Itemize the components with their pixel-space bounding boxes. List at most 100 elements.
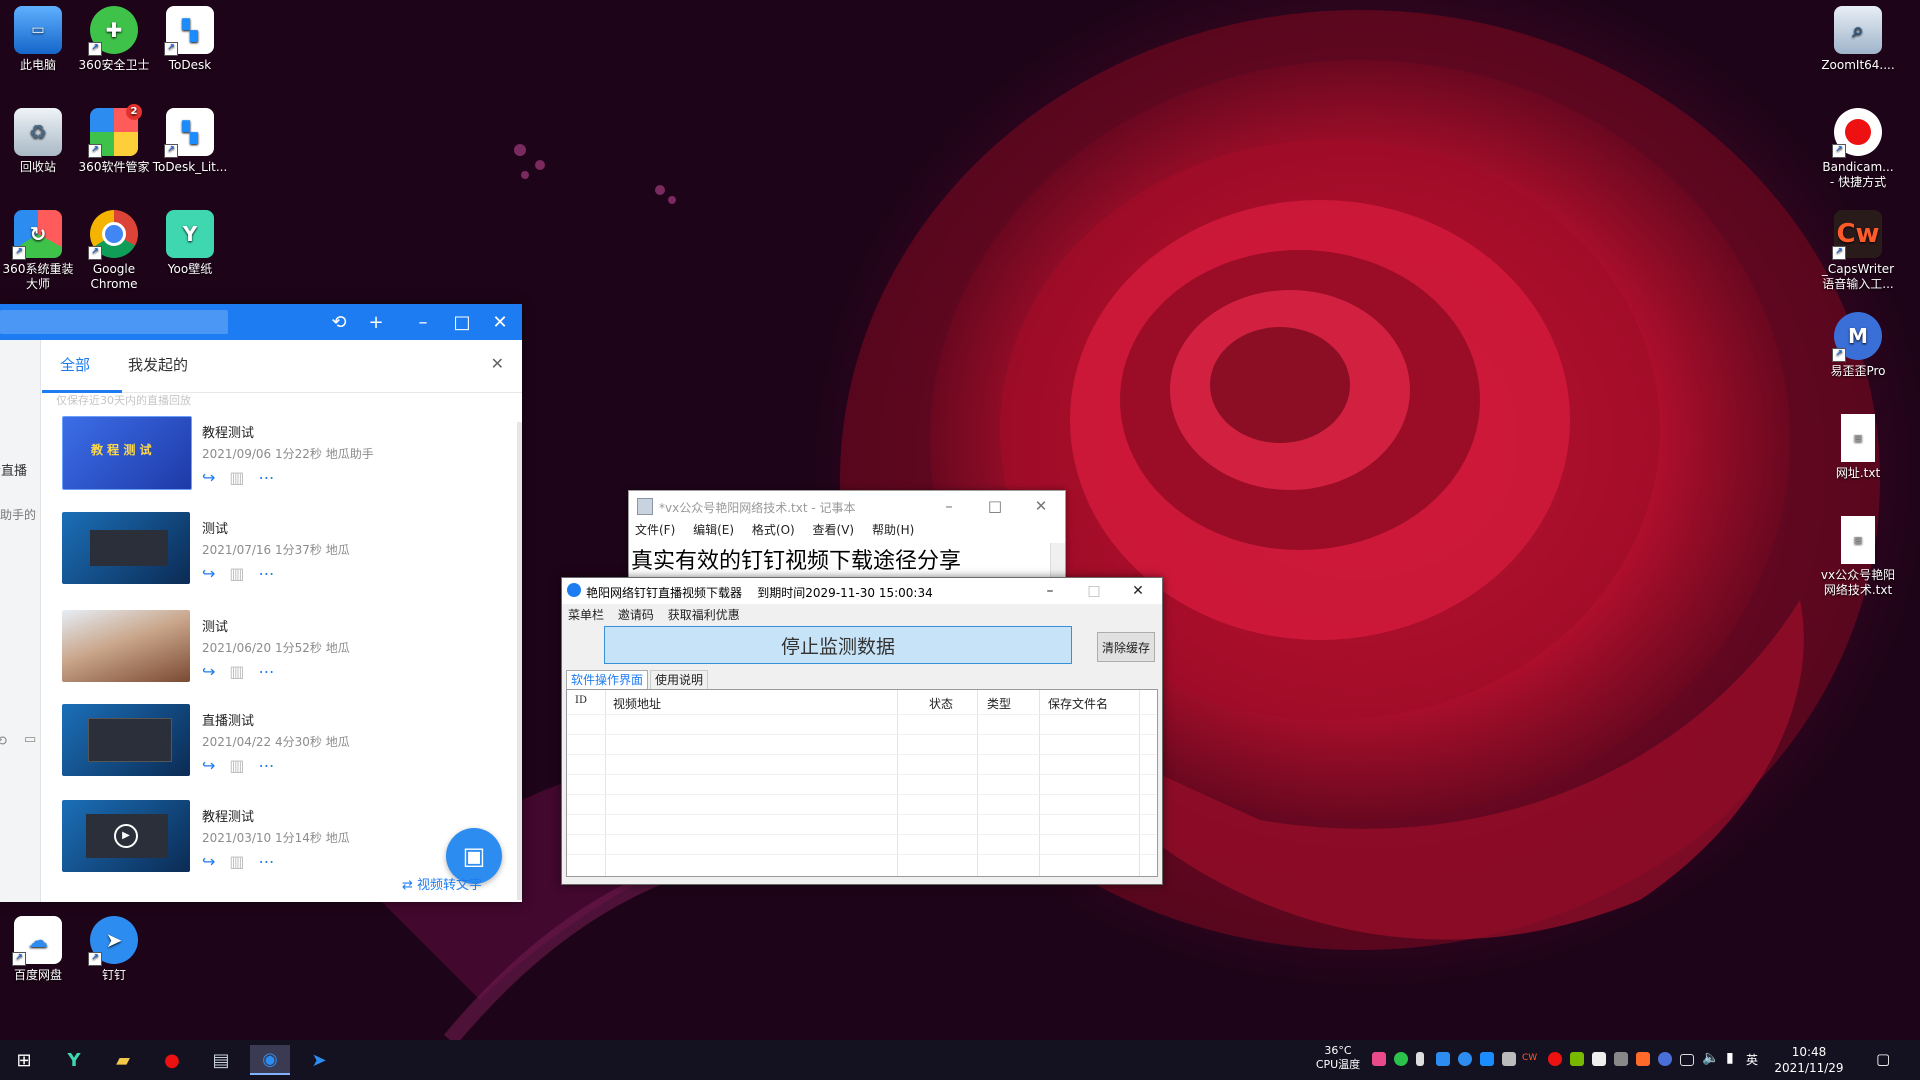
stats-icon[interactable]: ▥ bbox=[229, 662, 244, 681]
menu-file[interactable]: 文件(F) bbox=[635, 523, 675, 537]
tray-app-icon[interactable] bbox=[1614, 1052, 1628, 1066]
desktop-icon-360-safe[interactable]: ✚ ↗ 360安全卫士 bbox=[76, 0, 152, 73]
desktop-icon-yiwaiwai[interactable]: M ↗ 易歪歪Pro bbox=[1820, 306, 1896, 379]
desktop-icon-chrome[interactable]: ↗ Google Chrome bbox=[76, 204, 152, 292]
notepad-text[interactable]: 真实有效的钉钉视频下载途径分享 bbox=[631, 543, 1051, 575]
microphone-icon[interactable]: ▮ bbox=[1726, 1050, 1734, 1066]
close-button[interactable]: ✕ bbox=[1116, 578, 1160, 604]
menu-format[interactable]: 格式(O) bbox=[752, 523, 795, 537]
share-icon[interactable]: ↪ bbox=[202, 662, 215, 681]
taskbar-bandicam-icon[interactable]: ● bbox=[152, 1045, 192, 1075]
column-status[interactable]: 状态 bbox=[929, 695, 953, 712]
taskbar-notepad-icon[interactable]: ▤ bbox=[201, 1045, 241, 1075]
tray-record-icon[interactable] bbox=[1548, 1052, 1562, 1066]
stats-icon[interactable]: ▥ bbox=[229, 852, 244, 871]
minimize-button[interactable]: – bbox=[404, 304, 442, 340]
scrollbar[interactable] bbox=[517, 422, 522, 900]
stop-monitoring-button[interactable]: 停止监测数据 bbox=[604, 626, 1072, 664]
more-icon[interactable]: ⋯ bbox=[259, 468, 275, 487]
clock[interactable]: 10:48 2021/11/29 bbox=[1768, 1044, 1850, 1078]
tray-app-icon[interactable] bbox=[1372, 1052, 1386, 1066]
menu-view[interactable]: 查看(V) bbox=[813, 523, 855, 537]
network-icon[interactable] bbox=[1680, 1054, 1694, 1066]
tab-instructions[interactable]: 使用说明 bbox=[650, 670, 709, 690]
desktop-icon-this-pc[interactable]: ▭ 此电脑 bbox=[0, 0, 76, 73]
video-thumbnail[interactable] bbox=[62, 610, 190, 682]
share-icon[interactable]: ↪ bbox=[202, 468, 215, 487]
add-icon[interactable]: + bbox=[357, 304, 395, 340]
tray-app-icon[interactable] bbox=[1658, 1052, 1672, 1066]
search-input[interactable] bbox=[0, 310, 228, 334]
menu-help[interactable]: 帮助(H) bbox=[872, 523, 914, 537]
tray-capswriter-icon[interactable]: CW bbox=[1522, 1053, 1537, 1063]
desktop-icon-capswriter[interactable]: Cw ↗ _CapsWriter 语音输入工... bbox=[1820, 204, 1896, 292]
tray-dingtalk-icon[interactable] bbox=[1458, 1052, 1472, 1066]
notification-center-icon[interactable]: ▢ bbox=[1876, 1050, 1890, 1068]
taskbar-yoo-icon[interactable]: Y bbox=[54, 1045, 94, 1075]
taskbar-downloader-icon[interactable]: ◉ bbox=[250, 1045, 290, 1075]
close-button[interactable]: ✕ bbox=[1021, 495, 1061, 517]
taskbar-dingtalk-icon[interactable]: ➤ bbox=[299, 1045, 339, 1075]
desktop-icon-todesk-lite[interactable]: ▚ ↗ ToDesk_Lit... bbox=[152, 102, 228, 175]
menu-invite-code[interactable]: 邀请码 bbox=[618, 608, 654, 622]
menu-edit[interactable]: 编辑(E) bbox=[693, 523, 734, 537]
desktop-icon-360-software[interactable]: 2 ↗ 360软件管家 bbox=[76, 102, 152, 175]
video-to-text-link[interactable]: ⇄ 视频转文字 bbox=[402, 874, 482, 893]
tab-operation[interactable]: 软件操作界面 bbox=[566, 670, 649, 691]
desktop-icon-yoo-wallpaper[interactable]: Y Yoo壁纸 bbox=[152, 204, 228, 277]
desktop-icon-recycle-bin[interactable]: ♻ 回收站 bbox=[0, 102, 76, 175]
taskbar-explorer-icon[interactable]: ▰ bbox=[103, 1045, 143, 1075]
list-item[interactable]: 直播测试 2021/04/22 4分30秒 地瓜 ↪ ▥ ⋯ bbox=[62, 704, 502, 794]
share-icon[interactable]: ↪ bbox=[202, 852, 215, 871]
video-thumbnail[interactable]: ▶ bbox=[62, 800, 190, 872]
share-icon[interactable]: ↪ bbox=[202, 564, 215, 583]
start-button[interactable]: ⊞ bbox=[4, 1045, 44, 1075]
list-item[interactable]: 测试 2021/06/20 1分52秒 地瓜 ↪ ▥ ⋯ bbox=[62, 610, 502, 700]
tray-todesk-icon[interactable] bbox=[1480, 1052, 1494, 1066]
desktop-icon-urls-txt[interactable]: ≡ 网址.txt bbox=[1820, 408, 1896, 481]
tab-initiated[interactable]: 我发起的 bbox=[128, 354, 188, 375]
list-item[interactable]: 教 程 测 试 教程测试 2021/09/06 1分22秒 地瓜助手 ↪ ▥ ⋯ bbox=[62, 416, 502, 506]
video-thumbnail[interactable] bbox=[62, 704, 190, 776]
play-icon[interactable]: ▶ bbox=[114, 824, 138, 848]
stats-icon[interactable]: ▥ bbox=[229, 564, 244, 583]
tray-shield-icon[interactable] bbox=[1592, 1052, 1606, 1066]
video-thumbnail[interactable] bbox=[62, 512, 190, 584]
video-thumbnail[interactable]: 教 程 测 试 bbox=[62, 416, 192, 490]
wechat-icon[interactable] bbox=[1394, 1052, 1408, 1066]
stats-icon[interactable]: ▥ bbox=[229, 468, 244, 487]
history-icon[interactable]: ⟲ bbox=[320, 304, 358, 340]
sidebar-item-live[interactable]: 看直播 bbox=[0, 460, 27, 479]
sidebar-item-assistant[interactable]: 瓜助手的 bbox=[0, 506, 36, 523]
maximize-button[interactable]: □ bbox=[443, 304, 481, 340]
maximize-button[interactable]: □ bbox=[1072, 578, 1116, 604]
tray-app-icon[interactable] bbox=[1636, 1052, 1650, 1066]
menu-benefits[interactable]: 获取福利优惠 bbox=[668, 608, 740, 622]
tray-app-icon[interactable] bbox=[1436, 1052, 1450, 1066]
maximize-button[interactable]: □ bbox=[975, 495, 1015, 517]
ime-indicator[interactable]: 英 bbox=[1746, 1051, 1758, 1068]
sidebar-refresh-icon[interactable]: ⟲ bbox=[0, 734, 7, 749]
desktop-icon-todesk[interactable]: ▚ ↗ ToDesk bbox=[152, 0, 228, 73]
tray-chat-icon[interactable] bbox=[1502, 1052, 1516, 1066]
column-id[interactable]: ID bbox=[575, 695, 587, 706]
desktop-icon-360-reinstall[interactable]: ↻ ↗ 360系统重装大师 bbox=[0, 204, 76, 292]
more-icon[interactable]: ⋯ bbox=[259, 564, 275, 583]
cpu-temperature[interactable]: 36°C CPU温度 bbox=[1310, 1044, 1366, 1078]
more-icon[interactable]: ⋯ bbox=[259, 756, 275, 775]
desktop-icon-zoomit[interactable]: ⌕ ZoomIt64.... bbox=[1820, 0, 1896, 73]
stats-icon[interactable]: ▥ bbox=[229, 756, 244, 775]
clear-cache-button[interactable]: 清除缓存 bbox=[1097, 632, 1155, 662]
minimize-button[interactable]: – bbox=[929, 495, 969, 517]
column-type[interactable]: 类型 bbox=[987, 695, 1011, 712]
column-video-url[interactable]: 视频地址 bbox=[613, 695, 661, 712]
close-button[interactable]: ✕ bbox=[481, 304, 519, 340]
desktop-icon-bandicam[interactable]: ↗ Bandicam... - 快捷方式 bbox=[1820, 102, 1896, 190]
sidebar-folder-icon[interactable]: ▭ bbox=[24, 732, 36, 747]
tray-pen-icon[interactable] bbox=[1416, 1052, 1424, 1066]
more-icon[interactable]: ⋯ bbox=[259, 852, 275, 871]
menu-main[interactable]: 菜单栏 bbox=[568, 608, 604, 622]
close-icon[interactable]: ✕ bbox=[491, 354, 504, 373]
list-item[interactable]: 测试 2021/07/16 1分37秒 地瓜 ↪ ▥ ⋯ bbox=[62, 512, 502, 602]
tab-all[interactable]: 全部 bbox=[60, 354, 90, 375]
